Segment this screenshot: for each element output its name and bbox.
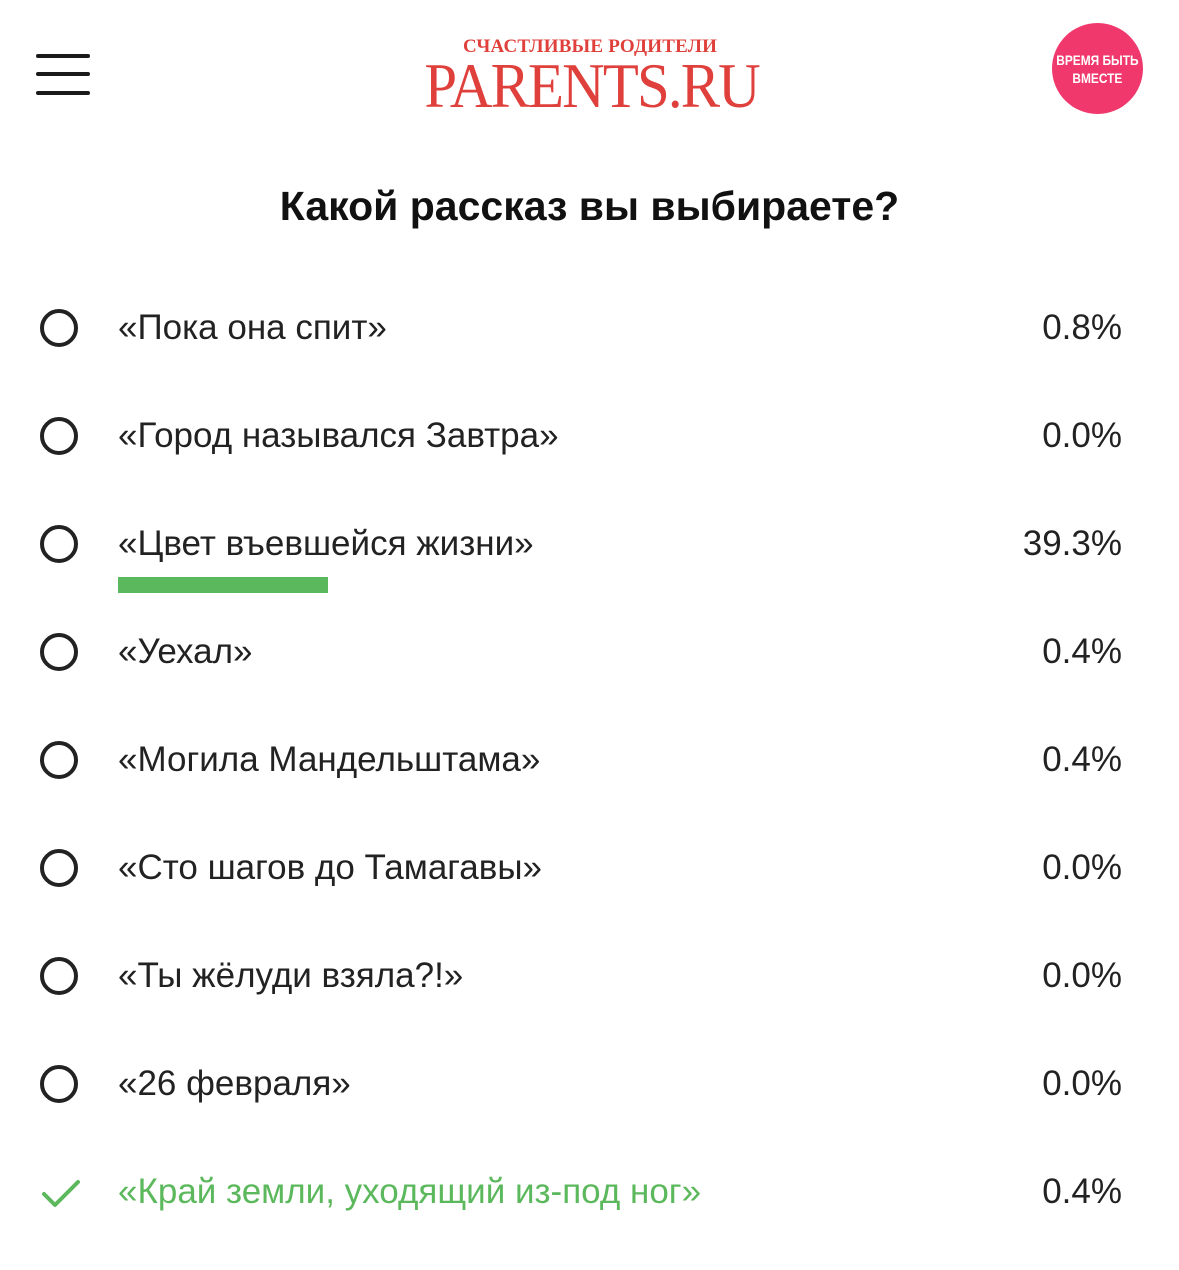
radio-button[interactable]	[40, 309, 78, 347]
menu-bar-middle	[36, 72, 90, 76]
poll-option-percent: 0.4%	[1042, 740, 1122, 779]
poll-option-label: «Сто шагов до Тамагавы»	[118, 848, 542, 887]
poll-option-label: «Ты жёлуди взяла?!»	[118, 956, 464, 995]
poll-option[interactable]: «Город назывался Завтра» 0.0%	[0, 386, 1179, 494]
poll-option[interactable]: «Цвет въевшейся жизни» 39.3%	[0, 494, 1179, 602]
menu-bar-top	[36, 54, 90, 58]
poll-option[interactable]: «Ты жёлуди взяла?!» 0.0%	[0, 926, 1179, 1034]
poll-option-percent: 0.0%	[1042, 1064, 1122, 1103]
poll-title: Какой рассказ вы выбираете?	[279, 183, 900, 229]
promo-badge-line2: ВМЕСТЕ	[1072, 69, 1123, 86]
radio-button[interactable]	[40, 525, 78, 563]
radio-button[interactable]	[40, 957, 78, 995]
poll-option-label: «Уехал»	[118, 632, 253, 671]
poll-option-percent: 0.0%	[1042, 956, 1122, 995]
radio-button[interactable]	[40, 417, 78, 455]
menu-bar-bottom	[36, 91, 90, 95]
poll-option-percent: 0.0%	[1042, 416, 1122, 455]
result-bar-fill	[118, 577, 328, 593]
promo-badge[interactable]: ВРЕМЯ БЫТЬ ВМЕСТЕ	[1052, 23, 1143, 114]
poll-option-percent: 39.3%	[1022, 524, 1122, 563]
radio-button[interactable]	[40, 1065, 78, 1103]
poll-option-label: «Город назывался Завтра»	[118, 416, 559, 455]
poll-option[interactable]: «Пока она спит» 0.8%	[0, 278, 1179, 386]
poll-option-label: «26 февраля»	[118, 1064, 351, 1103]
poll-option-percent: 0.4%	[1042, 632, 1122, 671]
logo-wordmark: PARENTS.RU	[424, 50, 760, 121]
radio-button[interactable]	[40, 849, 78, 887]
poll-option-percent: 0.0%	[1042, 848, 1122, 887]
poll-option-percent: 0.4%	[1042, 1172, 1122, 1211]
checkmark-icon	[42, 1180, 80, 1207]
poll-option-label: «Цвет въевшейся жизни»	[118, 524, 534, 563]
promo-badge-line1: ВРЕМЯ БЫТЬ	[1056, 51, 1139, 68]
poll-option-label: «Край земли, уходящий из-под ног»	[118, 1172, 702, 1211]
poll-option[interactable]: «Уехал» 0.4%	[0, 602, 1179, 710]
poll-option[interactable]: «26 февраля» 0.0%	[0, 1034, 1179, 1142]
poll-options-list: «Пока она спит» 0.8% «Город назывался Завт…	[0, 278, 1179, 1250]
radio-button[interactable]	[40, 633, 78, 671]
radio-button[interactable]	[40, 741, 78, 779]
site-header: Счастливые родители PARENTS.RU ВРЕМЯ БЫТ…	[0, 0, 1179, 150]
poll-option[interactable]: «Сто шагов до Тамагавы» 0.0%	[0, 818, 1179, 926]
poll-option[interactable]: «Край земли, уходящий из-под ног» 0.4%	[0, 1142, 1179, 1250]
site-logo[interactable]: Счастливые родители PARENTS.RU	[410, 36, 770, 120]
poll-option-label: «Могила Мандельштама»	[118, 740, 541, 779]
result-bar-track	[118, 577, 653, 593]
poll-option-label: «Пока она спит»	[118, 308, 387, 347]
poll-option[interactable]: «Могила Мандельштама» 0.4%	[0, 710, 1179, 818]
poll-option-percent: 0.8%	[1042, 308, 1122, 347]
hamburger-menu-icon[interactable]	[36, 54, 90, 98]
